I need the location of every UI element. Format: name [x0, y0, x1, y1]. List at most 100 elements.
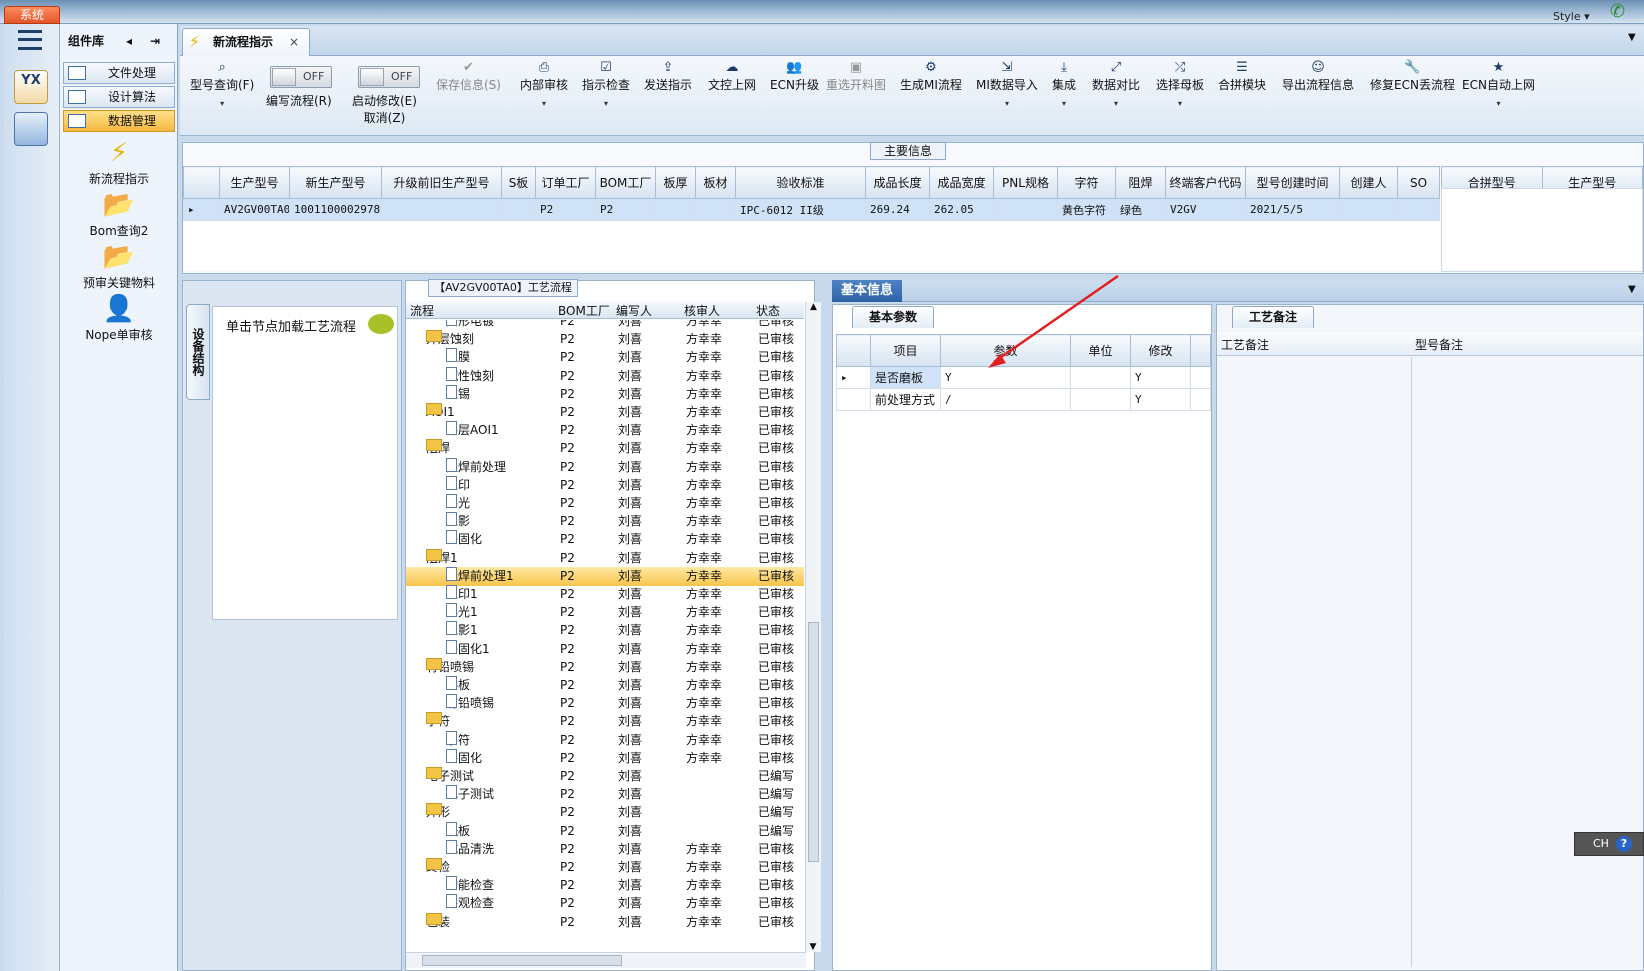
tree-node[interactable]: 烘板 P2 刘喜 方幸幸 已审核	[406, 676, 804, 695]
main-cell[interactable]: 黄色字符	[1057, 198, 1116, 221]
param-col-header[interactable]: 修改	[1130, 334, 1191, 367]
reselect-cutting-button[interactable]: ▣ 重选开料图	[826, 60, 886, 93]
main-cell[interactable]	[381, 198, 502, 221]
tree-node[interactable]: 退锡 P2 刘喜 方幸幸 已审核	[406, 384, 804, 404]
generate-mi-process-button[interactable]: ⚙ 生成MI流程	[900, 60, 962, 93]
nav-file-processing[interactable]: 文件处理	[63, 62, 175, 84]
instruction-check-button[interactable]: ☑ 指示检查 ▾	[582, 60, 630, 108]
tree-node[interactable]: 阻焊前处理1 P2 刘喜 方幸幸 已审核	[406, 566, 804, 586]
dropdown-arrow-icon[interactable]: ▾	[1052, 99, 1076, 108]
tree-node[interactable]: 功能检查 P2 刘喜 方幸幸 已审核	[406, 876, 804, 895]
param-row[interactable]: ▸ 是否磨板 Y Y	[836, 366, 1211, 389]
tree-node[interactable]: 曝光1 P2 刘喜 方幸幸 已审核	[406, 603, 804, 622]
save-info-button[interactable]: ✔ 保存信息(S)	[436, 60, 501, 93]
tree-node[interactable]: 显影 P2 刘喜 方幸幸 已审核	[406, 512, 804, 531]
tree-node[interactable]: 外层AOI1 P2 刘喜 方幸幸 已审核	[406, 421, 804, 440]
main-cell[interactable]: P2	[595, 198, 656, 221]
main-col-header[interactable]: 验收标准	[735, 166, 866, 199]
dropdown-arrow-icon[interactable]: ▾	[1462, 99, 1535, 108]
tree-node[interactable]: −字符P2刘喜方幸幸已审核	[406, 712, 804, 731]
main-cell[interactable]	[1339, 198, 1398, 221]
internal-review-button[interactable]: ⎙ 内部审核 ▾	[520, 60, 568, 108]
nav-design-algorithm[interactable]: 设计算法	[63, 86, 175, 108]
main-col-header[interactable]: 新生产型号	[289, 166, 382, 199]
tree-node[interactable]: 字符 P2 刘喜 方幸幸 已审核	[406, 730, 804, 750]
tree-horizontal-scrollbar[interactable]	[406, 952, 806, 968]
tree-node[interactable]: 终固化 P2 刘喜 方幸幸 已审核	[406, 748, 804, 768]
tree-node[interactable]: −外层蚀刻P2刘喜方幸幸已审核	[406, 330, 804, 349]
select-mother-board-button[interactable]: ⤮ 选择母板 ▾	[1156, 60, 1204, 108]
tab-process-remarks[interactable]: 工艺备注	[1232, 306, 1314, 328]
main-col-header[interactable]: 阻焊	[1115, 166, 1166, 199]
main-col-header[interactable]: 创建人	[1339, 166, 1398, 199]
main-col-header[interactable]: SO	[1397, 166, 1440, 199]
tree-node[interactable]: 丝印1 P2 刘喜 方幸幸 已审核	[406, 585, 804, 604]
tool-bom-query[interactable]: 📂 Bom查询2	[60, 190, 178, 239]
main-col-header[interactable]: 板厚	[655, 166, 696, 199]
scroll-thumb[interactable]	[808, 622, 819, 862]
hamburger-menu-icon[interactable]	[18, 30, 42, 50]
send-instruction-button[interactable]: ⇪ 发送指示	[644, 60, 692, 93]
main-col-header[interactable]: 订单工厂	[535, 166, 596, 199]
tree-col-writer[interactable]: 编写人	[616, 302, 652, 319]
fix-ecn-process-button[interactable]: 🔧 修复ECN丢流程	[1370, 60, 1455, 93]
cancel-label[interactable]: 取消(Z)	[364, 111, 406, 125]
data-compare-button[interactable]: ⤢ 数据对比 ▾	[1092, 60, 1140, 108]
tree-node[interactable]: 退膜 P2 刘喜 方幸幸 已审核	[406, 348, 804, 367]
tree-node[interactable]: −阻焊P2刘喜方幸幸已审核	[406, 439, 804, 458]
param-modify[interactable]: Y	[1130, 366, 1191, 389]
ecn-auto-online-button[interactable]: ★ ECN自动上网 ▾	[1462, 60, 1535, 108]
param-col-header[interactable]: 参数	[940, 334, 1071, 367]
main-col-header[interactable]: 成品长度	[865, 166, 930, 199]
dropdown-arrow-icon[interactable]: ▾	[1092, 99, 1140, 108]
tree-node[interactable]: 铣板 P2 刘喜 已编写	[406, 821, 804, 841]
corner-header[interactable]	[183, 166, 220, 199]
main-cell[interactable]	[1397, 198, 1440, 221]
dropdown-arrow-icon[interactable]: ▾	[190, 99, 254, 108]
calculator-icon[interactable]	[14, 112, 48, 146]
tool-key-material[interactable]: 📂 预审关键物料	[60, 242, 178, 291]
param-unit[interactable]	[1070, 366, 1131, 389]
param-unit[interactable]	[1070, 388, 1131, 411]
tree-col-process[interactable]: 流程	[410, 302, 434, 319]
param-modify[interactable]: Y	[1130, 388, 1191, 411]
ime-toolbar[interactable]: CH	[1574, 832, 1644, 856]
tree-node[interactable]: −阻焊1P2刘喜方幸幸已审核	[406, 548, 804, 568]
tree-node[interactable]: 显影1 P2 刘喜 方幸幸 已审核	[406, 621, 804, 640]
ecn-upgrade-button[interactable]: 👥 ECN升级	[770, 60, 819, 93]
tree-vertical-scrollbar[interactable]: ▲ ▼	[805, 302, 821, 952]
model-remark-textarea[interactable]	[1412, 357, 1642, 967]
main-cell[interactable]: AV2GV00TA0	[219, 198, 290, 221]
tab-basic-params[interactable]: 基本参数	[852, 306, 934, 328]
tree-node[interactable]: −终检P2刘喜方幸幸已审核	[406, 858, 804, 877]
tree-node[interactable]: 阻焊前处理 P2 刘喜 方幸幸 已审核	[406, 457, 804, 477]
param-col-header[interactable]: 项目	[870, 334, 941, 367]
main-col-header[interactable]: 型号创建时间	[1245, 166, 1340, 199]
main-cell[interactable]: 绿色	[1115, 198, 1166, 221]
yx-factory-icon[interactable]: YX	[14, 70, 48, 104]
tree-node[interactable]: 成品清洗 P2 刘喜 方幸幸 已审核	[406, 839, 804, 859]
param-value[interactable]: /	[940, 388, 1071, 411]
main-cell[interactable]: 10011000029789	[289, 198, 382, 221]
dropdown-arrow-icon[interactable]: ▾	[520, 99, 568, 108]
main-cell[interactable]: 262.05	[929, 198, 994, 221]
merge-module-button[interactable]: ☰ 合拼模块	[1218, 60, 1266, 93]
main-cell[interactable]: 2021/5/5	[1245, 198, 1340, 221]
main-cell[interactable]: V2GV	[1165, 198, 1246, 221]
doc-control-online-button[interactable]: ☁ 文控上网	[708, 60, 756, 93]
tree-node[interactable]: −包装P2刘喜方幸幸已审核	[406, 912, 804, 932]
export-process-info-button[interactable]: ☺ 导出流程信息	[1282, 60, 1354, 93]
tab-overflow-icon[interactable]: ▼	[1628, 32, 1636, 43]
tree-node[interactable]: 曝光 P2 刘喜 方幸幸 已审核	[406, 494, 804, 513]
tree-node[interactable]: −电子测试P2刘喜已编写	[406, 767, 804, 786]
main-col-header[interactable]: S板	[501, 166, 536, 199]
dropdown-arrow-icon[interactable]: ▾	[1156, 99, 1204, 108]
scroll-up-icon[interactable]: ▲	[806, 302, 821, 312]
main-col-header[interactable]: 板材	[695, 166, 736, 199]
style-menu[interactable]: Style ▾	[1553, 10, 1590, 23]
main-cell[interactable]	[655, 198, 696, 221]
main-col-header[interactable]: 成品宽度	[929, 166, 994, 199]
main-cell[interactable]: IPC-6012 II级	[735, 198, 866, 221]
nav-data-management[interactable]: 数据管理	[63, 110, 175, 132]
close-icon[interactable]: ×	[289, 29, 299, 55]
